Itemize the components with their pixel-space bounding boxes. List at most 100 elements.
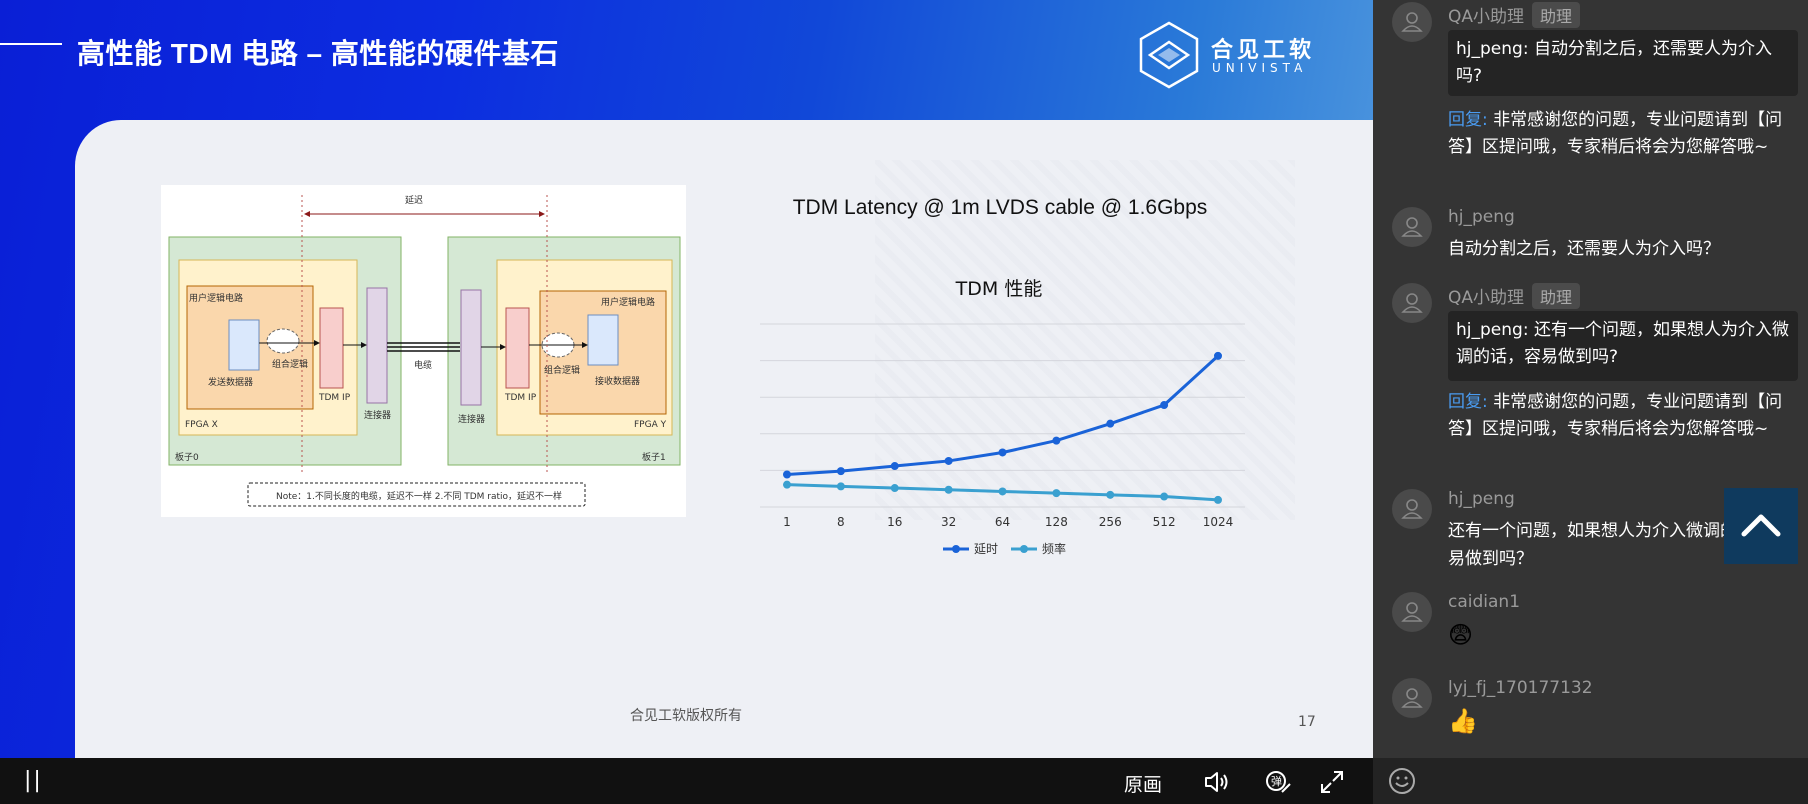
diagram-note: Note：1.不同长度的电缆，延迟不一样 2.不同 TDM ratio，延迟不一… bbox=[276, 492, 563, 502]
logo-hexagon-icon bbox=[1139, 21, 1199, 89]
legend-label: 频率 bbox=[1042, 541, 1066, 556]
series-1-point bbox=[1214, 351, 1222, 360]
receiver-label: 接收数据器 bbox=[595, 377, 641, 387]
x-tick-label: 16 bbox=[887, 515, 902, 529]
quality-selector-button[interactable]: 原画 bbox=[1124, 770, 1162, 797]
chat-input-bar bbox=[1373, 758, 1808, 804]
series-line-1 bbox=[786, 354, 1220, 476]
combo-logic-left-label: 组合逻辑 bbox=[272, 360, 309, 370]
emoji-reaction: 👍 bbox=[1448, 707, 1478, 735]
person-icon bbox=[1401, 217, 1423, 237]
latency-label: 延迟 bbox=[405, 196, 424, 206]
series-2-point bbox=[783, 480, 791, 489]
avatar[interactable] bbox=[1392, 678, 1432, 718]
quoted-question: hj_peng: 还有一个问题，如果想人为介入微调的话，容易做到吗? bbox=[1448, 311, 1798, 381]
series-1-point bbox=[998, 448, 1007, 457]
scroll-to-top-button[interactable] bbox=[1724, 488, 1798, 564]
logo-chinese-text: 合见工软 bbox=[1211, 38, 1316, 63]
tdm-block-diagram: 延迟 用户逻辑电路 用户逻辑电路 发送数据器 接收数据器 组合逻辑 组合逻辑 T… bbox=[161, 185, 686, 517]
x-tick-label: 128 bbox=[1045, 515, 1068, 529]
person-icon bbox=[1401, 688, 1423, 708]
emoji-picker-icon[interactable] bbox=[1387, 766, 1417, 796]
series-1-point bbox=[836, 467, 845, 476]
series-2-point bbox=[836, 482, 845, 491]
assistant-badge: 助理 bbox=[1532, 283, 1581, 309]
person-icon bbox=[1401, 602, 1423, 622]
chart-subtitle: TDM 性能 bbox=[955, 278, 1043, 300]
avatar[interactable] bbox=[1392, 207, 1432, 247]
series-2-point bbox=[998, 487, 1007, 496]
x-tick-label: 1024 bbox=[1203, 515, 1234, 529]
chart-title: TDM Latency @ 1m LVDS cable @ 1.6Gbps bbox=[792, 196, 1208, 219]
chat-username: QA小助理 助理 bbox=[1448, 283, 1581, 309]
assistant-badge: 助理 bbox=[1532, 2, 1581, 28]
series-1-point bbox=[1052, 436, 1061, 445]
person-icon bbox=[1401, 499, 1423, 519]
fpga-y-label: FPGA Y bbox=[634, 420, 667, 430]
chat-text: 自动分割之后，还需要人为介入吗？ bbox=[1448, 239, 1720, 259]
x-tick-label: 64 bbox=[995, 515, 1010, 529]
series-1-point bbox=[890, 462, 899, 471]
company-logo: 合见工软 UNIVISTA bbox=[1136, 20, 1326, 90]
tdm-ip-left-label: TDM IP bbox=[319, 393, 351, 403]
x-tick-label: 32 bbox=[941, 515, 956, 529]
reply-text: 回复: 非常感谢您的问题，专业问题请到【问答】区提问哦，专家稍后将会为您解答哦~ bbox=[1448, 107, 1798, 161]
video-player-controls: || 原画 弹 bbox=[0, 758, 1373, 804]
avatar[interactable] bbox=[1392, 592, 1432, 632]
pause-button[interactable]: || bbox=[24, 768, 43, 793]
x-tick-label: 8 bbox=[837, 515, 845, 529]
x-tick-label: 256 bbox=[1099, 515, 1122, 529]
danmaku-icon[interactable]: 弹 bbox=[1264, 768, 1292, 796]
reply-body: 非常感谢您的问题，专业问题请到【问答】区提问哦，专家稍后将会为您解答哦~ bbox=[1448, 392, 1783, 439]
chat-username: lyj_fj_170177132 bbox=[1448, 678, 1593, 698]
emoji-reaction: 😨 bbox=[1448, 621, 1474, 649]
quoted-question: hj_peng: 自动分割之后，还需要人为介入吗? bbox=[1448, 30, 1798, 96]
series-1-point bbox=[783, 470, 791, 479]
reply-body: 非常感谢您的问题，专业问题请到【问答】区提问哦，专家稍后将会为您解答哦~ bbox=[1448, 110, 1783, 157]
slide-title: 高性能 TDM 电路 – 高性能的硬件基石 bbox=[77, 38, 559, 69]
avatar[interactable] bbox=[1392, 283, 1432, 323]
series-2-point bbox=[1214, 495, 1222, 504]
username-text: QA小助理 bbox=[1448, 7, 1525, 27]
x-tick-label: 1 bbox=[783, 515, 791, 529]
tdm-ip-right-label: TDM IP bbox=[505, 393, 537, 403]
combo-logic-right-label: 组合逻辑 bbox=[544, 366, 581, 376]
series-2-point bbox=[1052, 489, 1061, 498]
chat-username: hj_peng bbox=[1448, 207, 1515, 227]
avatar[interactable] bbox=[1392, 489, 1432, 529]
avatar[interactable] bbox=[1392, 2, 1432, 42]
reply-label: 回复: bbox=[1448, 110, 1488, 130]
legend-label: 延时 bbox=[974, 542, 998, 556]
chat-username: caidian1 bbox=[1448, 592, 1521, 612]
chat-username: hj_peng bbox=[1448, 489, 1515, 509]
logo-english-text: UNIVISTA bbox=[1212, 61, 1308, 75]
series-1-point bbox=[1160, 401, 1169, 410]
connector-right-label: 连接器 bbox=[458, 415, 486, 425]
chat-username: QA小助理 助理 bbox=[1448, 2, 1581, 28]
fpga-x-label: FPGA X bbox=[185, 420, 218, 430]
volume-icon[interactable] bbox=[1202, 768, 1230, 796]
copyright-text: 合见工软版权所有 bbox=[630, 708, 742, 724]
user-logic-left-label: 用户逻辑电路 bbox=[189, 294, 244, 304]
person-icon bbox=[1401, 293, 1423, 313]
legend-swatch-dot bbox=[952, 545, 960, 553]
reply-label: 回复: bbox=[1448, 392, 1488, 412]
page-number: 17 bbox=[1298, 714, 1316, 730]
series-2-point bbox=[1106, 490, 1115, 499]
latency-line-chart: TDM 性能 1 8 16 32 64 128 256 512 1024 延时 频率 bbox=[760, 278, 1245, 556]
series-1-point bbox=[944, 456, 953, 465]
cable-label: 电缆 bbox=[414, 361, 433, 371]
x-tick-label: 512 bbox=[1153, 515, 1176, 529]
series-2-point bbox=[890, 484, 899, 493]
reply-text: 回复: 非常感谢您的问题，专业问题请到【问答】区提问哦，专家稍后将会为您解答哦~ bbox=[1448, 389, 1798, 443]
fullscreen-icon[interactable] bbox=[1318, 768, 1346, 796]
live-chat-panel[interactable]: QA小助理 助理 hj_peng: 自动分割之后，还需要人为介入吗? 回复: 非常… bbox=[1373, 0, 1808, 804]
person-icon bbox=[1401, 12, 1423, 32]
board0-label: 板子0 bbox=[175, 453, 199, 463]
sender-label: 发送数据器 bbox=[208, 378, 254, 388]
username-text: QA小助理 bbox=[1448, 288, 1525, 308]
user-logic-right-label: 用户逻辑电路 bbox=[601, 298, 656, 308]
title-accent-line bbox=[0, 43, 62, 45]
series-2-point bbox=[944, 485, 953, 494]
diagram-shapes bbox=[168, 195, 681, 507]
